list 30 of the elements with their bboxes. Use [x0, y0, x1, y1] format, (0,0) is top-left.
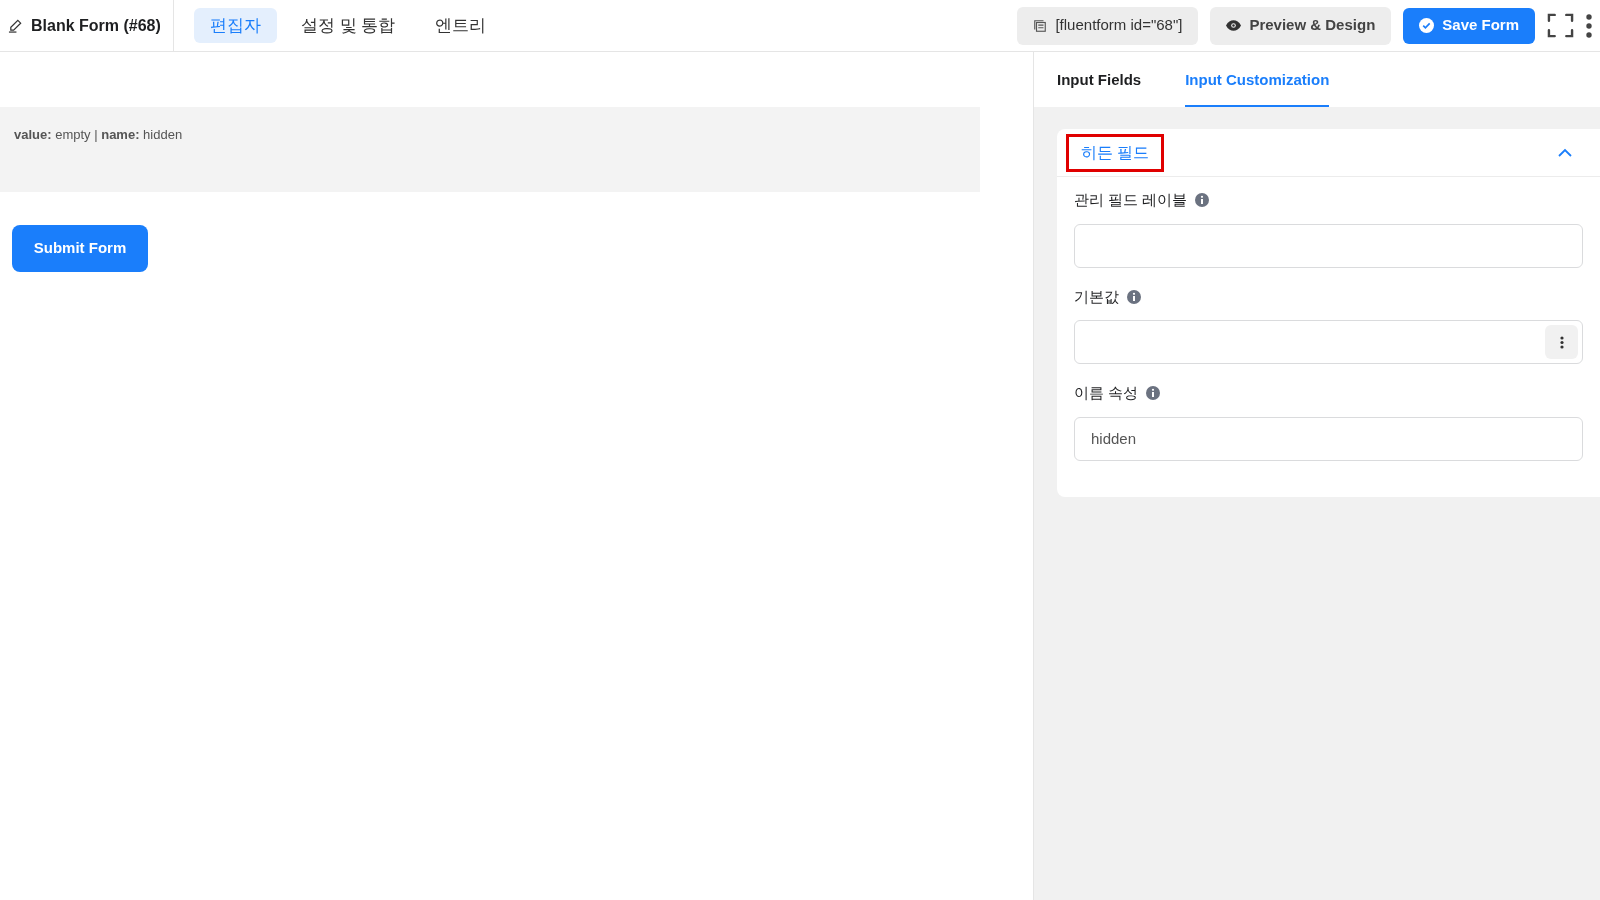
- panel-tab[interactable]: Input Customization: [1185, 68, 1330, 107]
- field-label: 기본값: [1074, 286, 1119, 307]
- nav-tab[interactable]: 설정 및 통합: [284, 8, 412, 43]
- save-form-button[interactable]: Save Form: [1403, 7, 1535, 44]
- info-icon[interactable]: [1195, 193, 1210, 208]
- check-circle-icon: [1419, 18, 1435, 33]
- more-options-button[interactable]: [1545, 325, 1578, 359]
- info-icon[interactable]: [1146, 386, 1161, 401]
- pencil-icon: [8, 18, 23, 33]
- text-input[interactable]: hidden: [1074, 416, 1583, 461]
- eye-icon: [1226, 20, 1242, 31]
- hidden-field-summary: value: empty | name: hidden: [14, 126, 184, 144]
- info-icon[interactable]: [1127, 289, 1141, 304]
- fullscreen-icon[interactable]: [1547, 12, 1574, 39]
- hidden-field-preview[interactable]: value: empty | name: hidden: [0, 107, 980, 192]
- nav-tab[interactable]: 엔트리: [419, 8, 503, 43]
- form-title: Blank Form (#68): [31, 15, 161, 36]
- text-input[interactable]: [1074, 223, 1583, 268]
- more-options-icon[interactable]: [1586, 13, 1592, 38]
- default-value-input[interactable]: [1074, 320, 1583, 364]
- vertical-dots-icon: [1559, 335, 1564, 349]
- panel-tab[interactable]: Input Fields: [1057, 68, 1142, 107]
- section-title[interactable]: 히든 필드: [1069, 136, 1162, 169]
- shortcode-button[interactable]: [fluentform id="68"]: [1017, 6, 1199, 45]
- field-label: 관리 필드 레이블: [1074, 190, 1188, 210]
- preview-design-button[interactable]: Preview & Design: [1210, 6, 1392, 45]
- copy-icon: [1033, 18, 1048, 33]
- field-label: 이름 속성: [1074, 383, 1139, 403]
- chevron-up-icon[interactable]: [1558, 148, 1572, 157]
- submit-form-button[interactable]: Submit Form: [12, 225, 148, 272]
